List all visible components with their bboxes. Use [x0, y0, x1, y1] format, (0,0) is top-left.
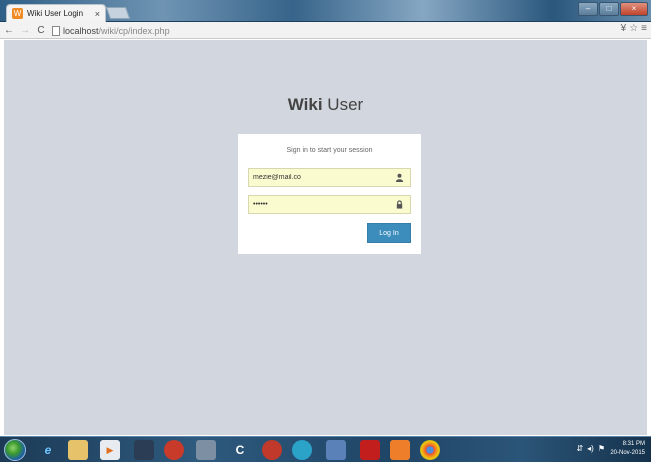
maximize-button[interactable]: □ [599, 2, 619, 16]
browser-toolbar: ← → C localhost/wiki/cp/index.php ¥ ☆ ≡ [0, 22, 651, 39]
close-window-button[interactable]: × [620, 2, 648, 16]
url-host: localhost [63, 25, 99, 36]
tab-title: Wiki User Login [27, 9, 84, 18]
browser-titlebar: W Wiki User Login × – □ × [0, 0, 651, 22]
extension-icon[interactable]: ¥ [621, 23, 627, 34]
volume-icon[interactable]: ◂) [587, 444, 594, 453]
start-button[interactable] [4, 439, 26, 461]
windows-taskbar: e ▶ C ⇵ ◂) ⚑ 8:31 PM 20-Nov-2015 [0, 436, 651, 462]
minimize-button[interactable]: – [578, 2, 598, 16]
internet-explorer-icon[interactable]: e [38, 440, 58, 460]
notes-app-icon[interactable] [326, 440, 346, 460]
logo-bold: Wiki [287, 95, 323, 114]
network-icon[interactable]: ⇵ [576, 444, 583, 453]
email-field-wrapper [248, 168, 411, 187]
c-app-icon[interactable]: C [230, 440, 250, 460]
opera-icon[interactable] [262, 440, 282, 460]
star-icon[interactable]: ☆ [629, 23, 638, 34]
task-manager-icon[interactable] [134, 440, 154, 460]
page-icon [52, 25, 60, 36]
url-path: /wiki/cp/index.php [98, 25, 170, 36]
lock-icon [396, 200, 403, 209]
login-box: Sign in to start your session Log In [238, 134, 421, 254]
chrome-icon[interactable] [420, 440, 440, 460]
favicon-icon: W [12, 8, 23, 19]
back-icon[interactable]: ← [2, 25, 16, 36]
file-explorer-icon[interactable] [68, 440, 88, 460]
system-tray: ⇵ ◂) ⚑ [576, 444, 605, 453]
tab-wiki-user-login[interactable]: W Wiki User Login × [6, 4, 106, 22]
tab-close-icon[interactable]: × [95, 9, 100, 19]
address-bar[interactable]: localhost/wiki/cp/index.php [52, 24, 612, 37]
page-body: Wiki User Sign in to start your session … [4, 40, 647, 435]
login-logo: Wiki User [4, 95, 647, 115]
toolbar-right: ¥ ☆ ≡ [621, 23, 647, 34]
settings-app-icon[interactable] [196, 440, 216, 460]
menu-icon[interactable]: ≡ [641, 23, 647, 34]
reload-icon[interactable]: C [34, 25, 48, 36]
email-field[interactable] [249, 174, 389, 181]
window-controls: – □ × [578, 2, 648, 16]
xampp-icon[interactable] [390, 440, 410, 460]
pdf-reader-icon[interactable] [360, 440, 380, 460]
password-field-wrapper [248, 195, 411, 214]
password-field[interactable] [249, 201, 389, 208]
media-player-icon[interactable]: ▶ [100, 440, 120, 460]
clock-time: 8:31 PM [622, 441, 645, 447]
new-tab-button[interactable] [105, 7, 131, 19]
app-icon-red[interactable] [164, 440, 184, 460]
url-text: localhost/wiki/cp/index.php [63, 26, 170, 36]
forward-icon[interactable]: → [18, 25, 32, 36]
login-box-message: Sign in to start your session [286, 147, 373, 154]
taskbar-clock[interactable]: 8:31 PM 20-Nov-2015 [610, 440, 645, 458]
messenger-icon[interactable] [292, 440, 312, 460]
flag-icon[interactable]: ⚑ [598, 444, 605, 453]
login-button[interactable]: Log In [367, 223, 411, 243]
logo-rest: User [322, 95, 364, 114]
user-icon [395, 173, 404, 182]
clock-date: 20-Nov-2015 [610, 450, 645, 456]
